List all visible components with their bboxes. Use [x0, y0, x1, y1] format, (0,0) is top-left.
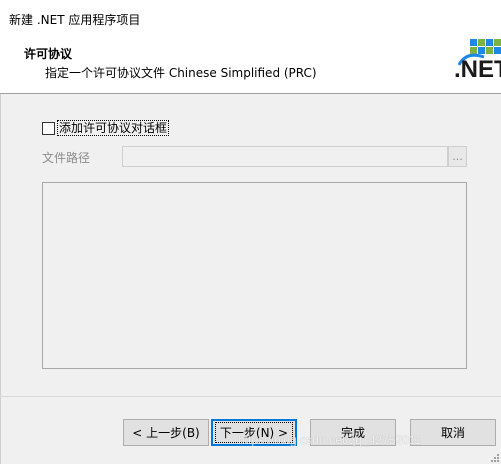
back-button-label: < 上一步(B) — [132, 426, 200, 440]
file-path-input[interactable] — [122, 146, 448, 167]
license-preview-area — [42, 182, 467, 369]
add-license-checkbox-label[interactable]: 添加许可协议对话框 — [57, 120, 170, 136]
page-subtitle: 指定一个许可协议文件 Chinese Simplified (PRC) — [45, 66, 317, 80]
cancel-button-label: 取消 — [440, 426, 465, 440]
resize-grip-icon[interactable] — [489, 452, 499, 462]
window-edge — [0, 94, 1, 464]
footer-divider — [0, 396, 501, 397]
title-bar: 新建 .NET 应用程序项目 — [0, 0, 501, 36]
wizard-header: 许可协议 指定一个许可协议文件 Chinese Simplified (PRC)… — [0, 36, 501, 94]
window-title: 新建 .NET 应用程序项目 — [9, 13, 141, 27]
add-license-checkbox[interactable] — [42, 121, 55, 135]
back-button[interactable]: < 上一步(B) — [123, 419, 209, 446]
add-license-checkbox-row[interactable]: 添加许可协议对话框 — [42, 120, 170, 136]
browse-button[interactable]: ... — [448, 146, 467, 167]
logo-text: .NET — [454, 56, 501, 83]
page-title: 许可协议 — [24, 47, 73, 61]
watermark-text: https://blog.csdn.net/qq_42752011 — [238, 433, 422, 447]
cancel-button[interactable]: 取消 — [410, 419, 496, 446]
file-path-label: 文件路径 — [42, 151, 91, 165]
dotnet-logo: .NET — [452, 39, 501, 91]
